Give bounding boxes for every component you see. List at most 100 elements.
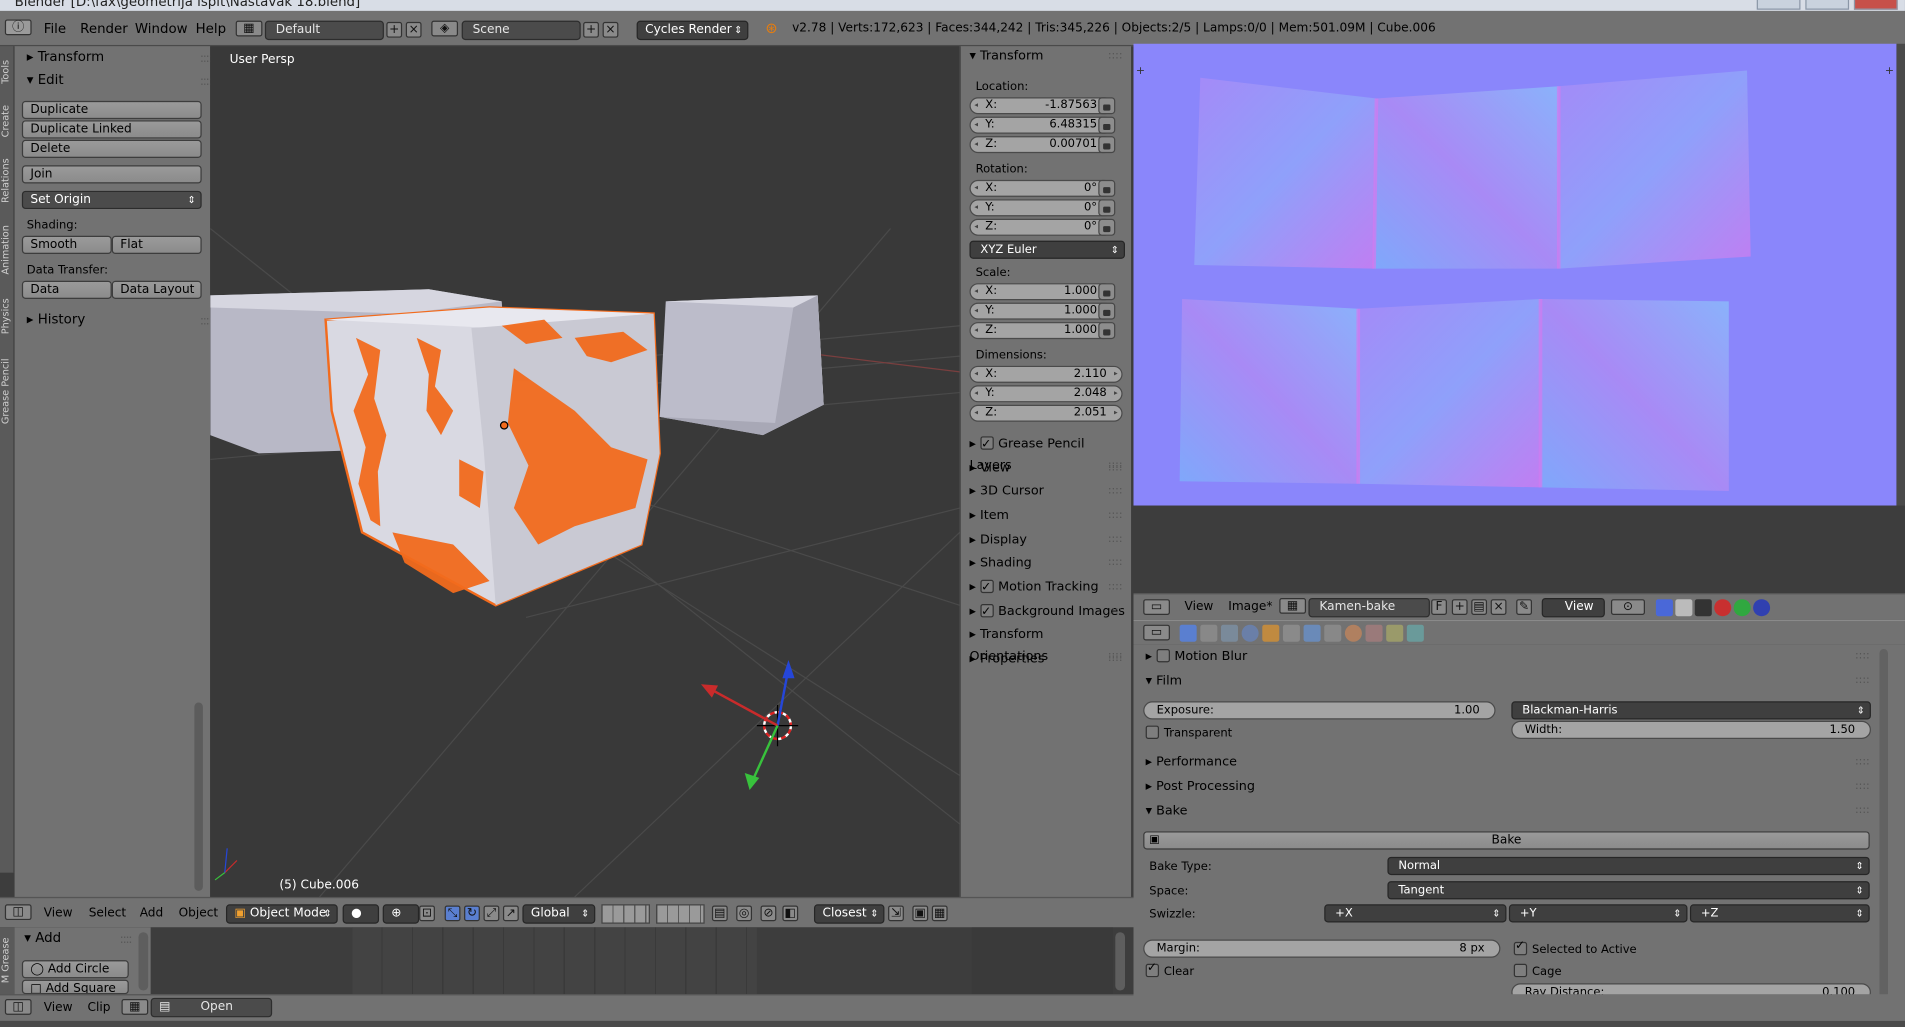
lock-rotation-z-icon[interactable] bbox=[1098, 218, 1116, 236]
tab-grease[interactable]: M Grease bbox=[0, 932, 15, 988]
filter-width-field[interactable]: Width: 1.50 bbox=[1511, 720, 1871, 739]
filter-type-select[interactable]: Blackman-Harris ⇕ bbox=[1511, 701, 1871, 720]
rotation-x-field[interactable]: ◂X:0°▸ bbox=[969, 179, 1113, 197]
motion-blur-checkbox[interactable] bbox=[1156, 649, 1170, 663]
translate-manipulator-icon[interactable]: ⤡ bbox=[444, 905, 461, 922]
swizzle-g-select[interactable]: +Y ⇕ bbox=[1508, 904, 1688, 923]
location-z-field[interactable]: ◂Z:0.00701▸ bbox=[969, 136, 1113, 154]
n-display-header[interactable]: ▸ Display:::: bbox=[969, 529, 1125, 551]
image-editor-canvas[interactable]: + + bbox=[1133, 43, 1897, 506]
selected-to-active-option[interactable]: Selected to Active bbox=[1513, 940, 1637, 957]
editor-type-icon[interactable]: ▭ bbox=[1143, 624, 1170, 641]
transform-panel-header[interactable]: ▸ Transform:::: bbox=[19, 46, 216, 68]
bake-button[interactable]: ▣ Bake bbox=[1143, 831, 1870, 850]
rotation-mode-select[interactable]: XYZ Euler ⇕ bbox=[969, 240, 1125, 259]
texture-tab-icon[interactable] bbox=[1365, 624, 1383, 642]
motion-blur-header[interactable]: ▸ Motion Blur:::: bbox=[1146, 645, 1870, 667]
maximize-button[interactable] bbox=[1805, 0, 1850, 10]
menu-file[interactable]: File bbox=[44, 21, 66, 37]
tab-animation[interactable]: Animation bbox=[0, 216, 15, 284]
menu-object[interactable]: Object bbox=[179, 907, 219, 920]
motion-tracking-checkbox[interactable] bbox=[979, 577, 994, 599]
scale-x-field[interactable]: ◂X:1.000▸ bbox=[969, 283, 1113, 301]
proportional-edit-icon[interactable]: ◎ bbox=[736, 905, 753, 922]
lock-scale-z-icon[interactable] bbox=[1098, 322, 1116, 340]
material-tab-icon[interactable] bbox=[1344, 624, 1362, 642]
screen-layout-field[interactable]: Default bbox=[264, 20, 384, 41]
data-tab-icon[interactable] bbox=[1324, 624, 1342, 642]
scale-manipulator-icon[interactable]: ⤢ bbox=[483, 905, 500, 922]
history-panel-header[interactable]: ▸ History:::: bbox=[19, 309, 216, 331]
shading-mode-select[interactable]: ● bbox=[342, 904, 380, 924]
image-browse-icon[interactable]: ▦ bbox=[1279, 597, 1307, 614]
menu-select[interactable]: Select bbox=[89, 907, 126, 920]
scale-y-field[interactable]: ◂Y:1.000▸ bbox=[969, 302, 1113, 320]
menu-render[interactable]: Render bbox=[80, 21, 128, 37]
blue-channel-icon[interactable] bbox=[1753, 599, 1771, 617]
location-y-field[interactable]: ◂Y:6.48315▸ bbox=[969, 116, 1113, 134]
swizzle-b-select[interactable]: +Z ⇕ bbox=[1689, 904, 1870, 923]
margin-field[interactable]: Margin: 8 px bbox=[1143, 939, 1501, 958]
z-buffer-icon[interactable] bbox=[1694, 599, 1712, 617]
expand-region-icon[interactable]: + bbox=[1885, 66, 1894, 78]
minimize-button[interactable] bbox=[1756, 0, 1801, 10]
selected-to-active-checkbox[interactable] bbox=[1513, 940, 1528, 956]
pin-icon[interactable]: ✎ bbox=[1516, 599, 1532, 615]
n-background-images-header[interactable]: ▸ Background Images:::: bbox=[969, 600, 1125, 624]
delete-button[interactable]: Delete bbox=[21, 139, 202, 159]
modifiers-tab-icon[interactable] bbox=[1303, 624, 1321, 642]
data-button[interactable]: Data bbox=[21, 280, 112, 299]
tab-tools[interactable]: Tools bbox=[0, 51, 15, 92]
scale-manipulator-alt-icon[interactable]: ↗ bbox=[502, 905, 519, 922]
screen-layout-icon[interactable]: ▦ bbox=[235, 20, 263, 37]
lock-scale-x-icon[interactable] bbox=[1098, 283, 1116, 301]
menu-view[interactable]: View bbox=[44, 1001, 73, 1014]
bake-type-select[interactable]: Normal ⇕ bbox=[1387, 856, 1870, 876]
location-x-field[interactable]: ◂X:-1.87563▸ bbox=[969, 97, 1113, 115]
n-view-header[interactable]: ▸ View:::: bbox=[969, 457, 1125, 479]
object-tab-icon[interactable] bbox=[1262, 624, 1280, 642]
display-channels-icon[interactable] bbox=[1655, 599, 1673, 617]
normal-space-select[interactable]: Tangent ⇕ bbox=[1387, 881, 1870, 900]
n-item-header[interactable]: ▸ Item:::: bbox=[969, 504, 1125, 526]
layers-grid-left[interactable] bbox=[601, 904, 650, 924]
lock-layers-icon[interactable]: ▤ bbox=[711, 905, 728, 922]
performance-header[interactable]: ▸ Performance:::: bbox=[1146, 751, 1870, 773]
view-mode-select[interactable]: View bbox=[1541, 597, 1605, 618]
post-processing-header[interactable]: ▸ Post Processing:::: bbox=[1146, 775, 1870, 797]
constraints-tab-icon[interactable] bbox=[1282, 624, 1300, 642]
lock-location-y-icon[interactable] bbox=[1098, 116, 1116, 134]
tab-relations[interactable]: Relations bbox=[0, 151, 15, 212]
tab-physics[interactable]: Physics bbox=[0, 289, 15, 342]
snap-toggle-icon[interactable]: ⊘ bbox=[760, 905, 777, 922]
n-shading-header[interactable]: ▸ Shading:::: bbox=[969, 552, 1125, 574]
add-panel-header[interactable]: ▾ Add:::: bbox=[17, 927, 136, 949]
manipulator-icon[interactable]: ⊡ bbox=[419, 905, 435, 922]
particles-tab-icon[interactable] bbox=[1386, 624, 1404, 642]
menu-image[interactable]: Image* bbox=[1228, 600, 1272, 613]
layers-grid-right[interactable] bbox=[656, 904, 705, 924]
clip-browse-icon[interactable]: ▦ bbox=[121, 999, 149, 1015]
transform-orientation-select[interactable]: Global ⇕ bbox=[522, 904, 596, 924]
scene-field[interactable]: Scene bbox=[461, 20, 581, 41]
n-transform-header[interactable]: ▾ Transform:::: bbox=[969, 45, 1125, 67]
menu-view[interactable]: View bbox=[1185, 600, 1214, 613]
new-image-icon[interactable]: + bbox=[1451, 599, 1468, 615]
dimensions-x-field[interactable]: ◂ X: 2.110 ▸ bbox=[969, 365, 1123, 383]
snap-element-icon[interactable]: ◧ bbox=[782, 905, 799, 922]
add-scene-icon[interactable]: + bbox=[583, 21, 599, 38]
dimensions-y-field[interactable]: ◂ Y: 2.048 ▸ bbox=[969, 385, 1123, 403]
snap-target-select[interactable]: Closest ⇕ bbox=[813, 904, 885, 924]
scene-icon[interactable]: ◈ bbox=[431, 20, 459, 37]
red-channel-icon[interactable] bbox=[1714, 599, 1732, 617]
add-circle-button[interactable]: ◯ Add Circle bbox=[21, 960, 129, 979]
expand-region-icon[interactable]: + bbox=[1136, 66, 1145, 78]
exposure-field[interactable]: Exposure: 1.00 bbox=[1143, 701, 1496, 720]
scene-tab-icon[interactable] bbox=[1220, 624, 1238, 642]
clear-option[interactable]: Clear bbox=[1145, 961, 1194, 978]
remove-layout-icon[interactable]: × bbox=[405, 21, 422, 38]
render-layers-tab-icon[interactable] bbox=[1200, 624, 1218, 642]
menu-window[interactable]: Window bbox=[135, 21, 188, 37]
render-engine-select[interactable]: Cycles Render ⇕ bbox=[636, 20, 749, 41]
unlink-image-icon[interactable]: × bbox=[1490, 599, 1507, 615]
